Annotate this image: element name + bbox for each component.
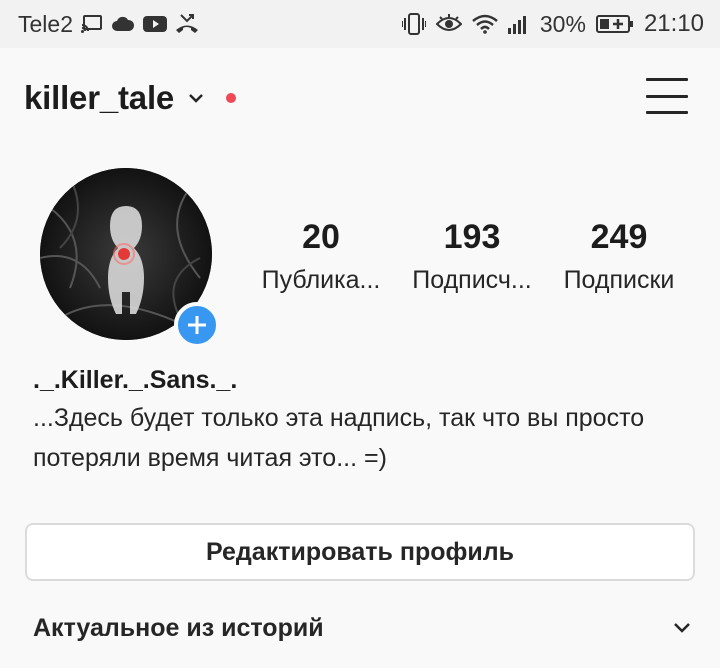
profile-header: killer_tale [0, 60, 720, 136]
missed-call-icon [175, 13, 199, 35]
profile-stats: 20 Публика... 193 Подписч... 249 Подписк… [250, 214, 690, 304]
username: killer_tale [24, 79, 175, 116]
stat-following[interactable]: 249 Подписки [550, 214, 688, 300]
status-bar-right: 30% 21:10 [401, 10, 704, 38]
signal-icon [507, 14, 530, 34]
chevron-down-icon [673, 622, 691, 634]
status-bar: Tele2 30% 21:10 [0, 0, 720, 48]
battery-charging-icon [595, 14, 634, 34]
edit-profile-button[interactable]: Редактировать профиль [25, 523, 695, 581]
vibrate-icon [401, 13, 426, 35]
wifi-icon [472, 14, 498, 34]
plus-icon [186, 314, 208, 336]
story-highlights-toggle[interactable]: Актуальное из историй [33, 606, 691, 650]
carrier-name: Tele2 [18, 10, 73, 37]
notification-dot [226, 93, 237, 103]
display-name: ._.Killer._.Sans._. [33, 366, 238, 394]
cloud-icon [111, 16, 135, 32]
eye-icon [435, 14, 462, 34]
stat-label: Публика... [261, 266, 381, 294]
stat-posts[interactable]: 20 Публика... [254, 214, 388, 300]
battery-percent: 30% [539, 10, 586, 37]
stat-value: 193 [443, 218, 501, 256]
stat-value: 20 [302, 218, 340, 256]
bio-text: ...Здесь будет только эта надпись, так ч… [33, 404, 645, 472]
chevron-down-icon [188, 92, 204, 104]
status-bar-left: Tele2 [18, 11, 199, 38]
stat-label: Подписки [563, 266, 675, 294]
stat-label: Подписч... [412, 266, 532, 294]
highlights-title: Актуальное из историй [33, 613, 324, 642]
stat-value: 249 [590, 218, 648, 256]
stat-followers[interactable]: 193 Подписч... [402, 214, 542, 300]
youtube-icon [142, 15, 167, 33]
hamburger-menu-icon[interactable] [646, 78, 688, 114]
account-switcher[interactable]: killer_tale [24, 79, 237, 117]
add-story-button[interactable] [174, 302, 220, 348]
cast-icon [80, 15, 103, 33]
clock: 21:10 [643, 10, 704, 37]
